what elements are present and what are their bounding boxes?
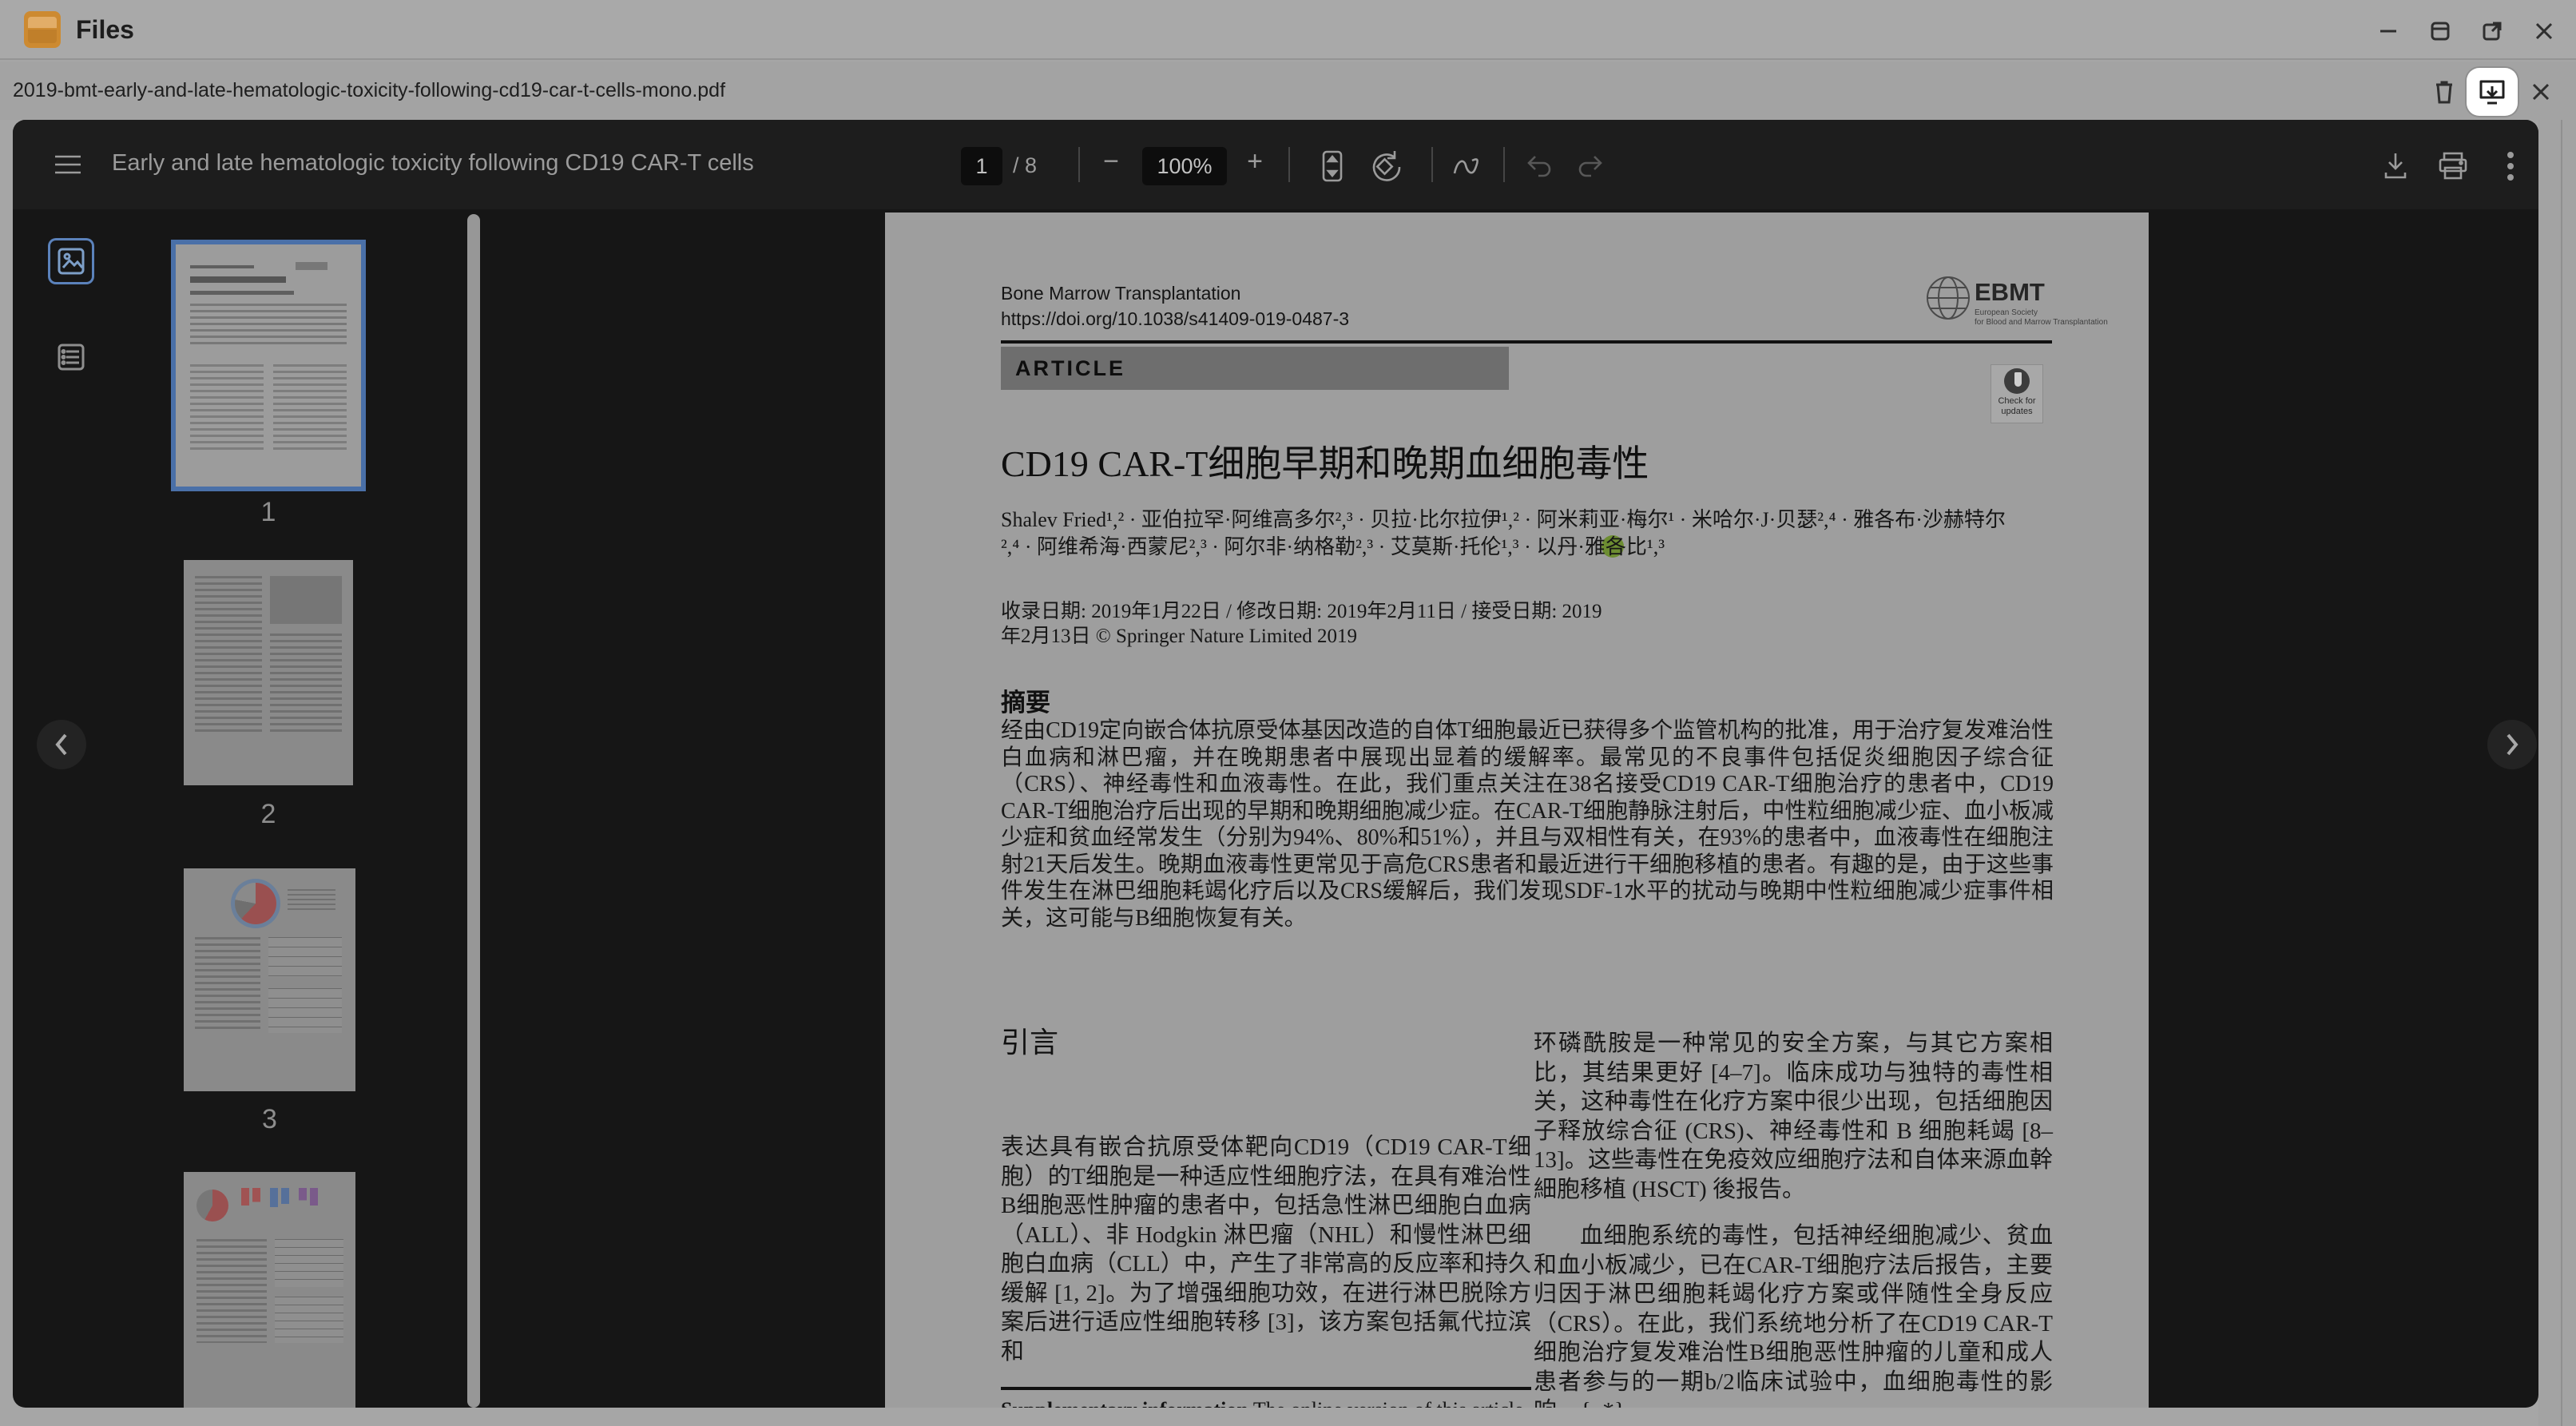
next-page-button[interactable] bbox=[2487, 720, 2537, 769]
save-to-device-button[interactable] bbox=[2467, 68, 2518, 116]
thumbnail-page-1[interactable] bbox=[176, 244, 361, 487]
thumbnail-view-toggle[interactable] bbox=[48, 238, 94, 284]
thumbnail-page-4[interactable] bbox=[184, 1172, 355, 1408]
chevron-left-icon bbox=[52, 732, 71, 757]
ebmt-wordmark: EBMT bbox=[1975, 278, 2045, 307]
outline-view-toggle[interactable] bbox=[48, 334, 94, 380]
menu-button[interactable] bbox=[51, 149, 85, 181]
file-preview-header: 2019-bmt-early-and-late-hematologic-toxi… bbox=[0, 62, 2576, 120]
printer-icon bbox=[2438, 152, 2468, 181]
files-app-icon bbox=[24, 11, 61, 48]
check-updates-icon bbox=[2004, 368, 2030, 394]
redo-icon bbox=[1577, 153, 1606, 179]
ebmt-globe-icon bbox=[1923, 273, 1973, 323]
download-icon bbox=[2383, 152, 2408, 181]
minimize-button[interactable] bbox=[2375, 18, 2402, 45]
window-right-gutter bbox=[2538, 120, 2576, 1426]
thumbnails-icon bbox=[57, 247, 85, 276]
thumbnail-page-number: 3 bbox=[184, 1104, 355, 1135]
page-total-label: / 8 bbox=[1013, 153, 1037, 178]
maximize-button[interactable] bbox=[2427, 18, 2454, 45]
pdf-doc-title: Early and late hematologic toxicity foll… bbox=[112, 150, 754, 177]
titlebar: Files bbox=[0, 0, 2576, 60]
rotate-button[interactable] bbox=[1367, 147, 1403, 185]
previous-page-button[interactable] bbox=[37, 720, 86, 769]
download-button[interactable] bbox=[2377, 147, 2414, 185]
intro-col2-paragraph2: 血细胞系统的毒性，包括神经细胞减少、贫血和血小板减少，已在CAR-T细胞疗法后报… bbox=[1534, 1221, 2053, 1408]
sidebar-scrollbar[interactable] bbox=[467, 214, 480, 1408]
pdf-page-1: Bone Marrow Transplantation https://doi.… bbox=[885, 213, 2149, 1408]
undo-icon bbox=[1524, 153, 1553, 179]
thumbnail-page-number: 1 bbox=[176, 497, 361, 528]
undo-button[interactable] bbox=[1521, 147, 1556, 185]
app-title: Files bbox=[76, 15, 134, 45]
open-in-new-window-button[interactable] bbox=[2479, 18, 2506, 45]
trash-icon bbox=[2431, 78, 2457, 105]
fit-page-icon bbox=[1322, 150, 1343, 182]
save-to-device-icon bbox=[2478, 78, 2507, 105]
abstract-heading: 摘要 bbox=[1001, 682, 1050, 718]
author-list: Shalev Fried¹,² · 亚伯拉罕·阿维高多尔²,³ · 贝拉·比尔拉… bbox=[1001, 506, 2015, 561]
fit-to-page-button[interactable] bbox=[1315, 147, 1350, 185]
annotate-button[interactable] bbox=[1449, 147, 1486, 185]
ebmt-tagline1: European Society bbox=[1975, 308, 2038, 317]
footnote-rule bbox=[1001, 1387, 1531, 1390]
thumbnail-page-3[interactable] bbox=[184, 868, 355, 1091]
open-file-name: 2019-bmt-early-and-late-hematologic-toxi… bbox=[13, 79, 725, 102]
article-type-label: ARTICLE bbox=[1001, 347, 1509, 390]
chevron-right-icon bbox=[2503, 732, 2522, 757]
header-rule bbox=[1001, 340, 2052, 344]
print-button[interactable] bbox=[2435, 147, 2471, 185]
pen-squiggle-icon bbox=[1451, 153, 1483, 180]
zoom-level-input[interactable]: 100% bbox=[1142, 147, 1227, 185]
pdf-toolbar: Early and late hematologic toxicity foll… bbox=[13, 120, 2538, 209]
supplementary-info: Supplementary information The online ver… bbox=[1001, 1398, 1544, 1408]
page-number-input[interactable]: 1 bbox=[961, 147, 1002, 185]
check-for-updates-badge[interactable]: Check forupdates bbox=[1991, 364, 2043, 423]
close-icon bbox=[2530, 81, 2551, 102]
abstract-text: 经由CD19定向嵌合体抗原受体基因改造的自体T细胞最近已获得多个监管机构的批准，… bbox=[1001, 717, 2054, 931]
thumbnail-page-number: 2 bbox=[184, 799, 353, 830]
pdf-viewer: Early and late hematologic toxicity foll… bbox=[13, 120, 2538, 1408]
zoom-in-button[interactable]: + bbox=[1239, 146, 1271, 177]
redo-button[interactable] bbox=[1574, 147, 1609, 185]
article-dates: 收录日期: 2019年1月22日 / 修改日期: 2019年2月11日 / 接受… bbox=[1001, 599, 1620, 649]
intro-column-right: 环磷酰胺是一种常见的安全方案，与其它方案相比，其结果更好 [4–7]。临床成功与… bbox=[1534, 1029, 2053, 1408]
outline-list-icon bbox=[57, 343, 85, 371]
close-preview-button[interactable] bbox=[2526, 77, 2556, 107]
paper-title: CD19 CAR-T细胞早期和晚期血细胞毒性 bbox=[1001, 435, 1649, 487]
introduction-heading: 引言 bbox=[1001, 1019, 1058, 1061]
intro-column-left: 表达具有嵌合抗原受体靶向CD19（CD19 CAR-T细胞）的T细胞是一种适应性… bbox=[1001, 1133, 1531, 1366]
journal-name: Bone Marrow Transplantation bbox=[1001, 283, 1240, 304]
close-window-button[interactable] bbox=[2530, 18, 2558, 45]
intro-col2-paragraph1: 环磷酰胺是一种常见的安全方案，与其它方案相比，其结果更好 [4–7]。临床成功与… bbox=[1534, 1029, 2053, 1204]
kebab-menu-icon bbox=[2507, 150, 2514, 182]
rotate-icon bbox=[1368, 149, 1402, 183]
ebmt-tagline2: for Blood and Marrow Transplantation bbox=[1975, 318, 2108, 327]
zoom-out-button[interactable]: − bbox=[1095, 146, 1127, 177]
hamburger-icon bbox=[54, 153, 82, 176]
doi-link[interactable]: https://doi.org/10.1038/s41409-019-0487-… bbox=[1001, 308, 1349, 330]
more-options-button[interactable] bbox=[2492, 147, 2529, 185]
thumbnail-page-2[interactable] bbox=[184, 560, 353, 785]
delete-file-button[interactable] bbox=[2428, 76, 2460, 108]
